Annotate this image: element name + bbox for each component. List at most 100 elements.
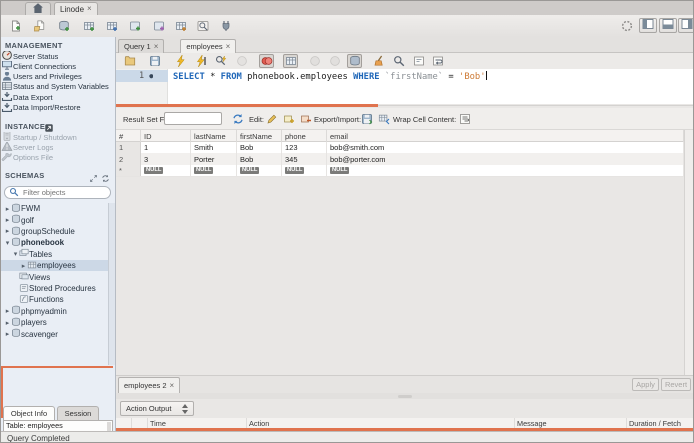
tree-item-golf[interactable]: ▸ golf (1, 214, 114, 225)
sidebar-item-startup-shutdown[interactable]: Startup / Shutdown (1, 132, 114, 142)
commit-icon[interactable] (307, 54, 322, 68)
cell[interactable]: NULL (327, 164, 684, 177)
explain-plan-icon[interactable] (213, 54, 228, 68)
new-function-icon[interactable] (150, 18, 167, 34)
close-icon[interactable]: × (154, 42, 159, 51)
tree-item-groupschedule[interactable]: ▸ groupSchedule (1, 226, 114, 237)
cell[interactable]: bob@porter.com (327, 153, 684, 165)
search-table-data-icon[interactable] (194, 18, 211, 34)
expander-icon[interactable]: ▾ (4, 239, 11, 247)
export-recordset-icon[interactable] (359, 111, 374, 126)
find-icon[interactable] (391, 54, 406, 68)
expander-icon[interactable]: ▸ (4, 330, 11, 338)
schema-filter[interactable] (4, 186, 111, 199)
import-records-icon[interactable] (376, 111, 391, 126)
expander-icon[interactable]: ▸ (4, 319, 11, 327)
tree-item-players[interactable]: ▸ players (1, 317, 114, 328)
cell[interactable]: NULL (191, 164, 237, 177)
sidebar-item-options-file[interactable]: Options File (1, 152, 114, 163)
stop-icon[interactable] (234, 54, 249, 68)
column-header-phone[interactable]: phone (282, 130, 327, 142)
editor-splitter-highlight[interactable] (116, 104, 378, 107)
table-row[interactable]: * NULL NULL NULL NULL NULL (116, 164, 684, 178)
column-header-firstName[interactable]: firstName (237, 130, 282, 142)
new-query-tab-icon[interactable] (7, 18, 24, 34)
tree-item-phpmyadmin[interactable]: ▸ phpmyadmin (1, 306, 114, 317)
delete-row-icon[interactable] (298, 111, 313, 126)
tree-item-views[interactable]: Views (1, 271, 114, 282)
execute-current-icon[interactable] (193, 54, 208, 68)
expander-icon[interactable]: ▸ (4, 227, 11, 235)
new-schema-icon[interactable] (55, 18, 72, 34)
cell[interactable]: 1 (141, 142, 191, 154)
result-grid-scrollbar[interactable] (684, 130, 693, 375)
expander-icon[interactable]: ▾ (12, 250, 19, 258)
sidebar-item-data-export[interactable]: Data Export (1, 92, 114, 102)
info-tab-object-info[interactable]: Object Info (3, 406, 55, 420)
expander-icon[interactable]: ▸ (4, 216, 11, 224)
save-sql-icon[interactable] (147, 54, 162, 68)
clear-query-icon[interactable] (371, 54, 386, 68)
toggle-stop-on-error-icon[interactable] (259, 54, 274, 68)
cell[interactable]: NULL (237, 164, 282, 177)
rollback-icon[interactable] (327, 54, 342, 68)
tree-item-functions[interactable]: Functions (1, 294, 114, 305)
home-tab[interactable] (25, 2, 51, 15)
expander-icon[interactable]: ▸ (4, 205, 11, 213)
tree-item-phonebook[interactable]: ▾ phonebook (1, 237, 114, 248)
query-tab-query-1[interactable]: Query 1 × (118, 39, 165, 53)
cell[interactable]: NULL (282, 164, 327, 177)
revert-button[interactable]: Revert (661, 378, 691, 391)
new-procedure-icon[interactable] (126, 18, 143, 34)
column-header-num[interactable]: # (116, 130, 141, 142)
cell[interactable]: Smith (191, 142, 237, 154)
expander-icon[interactable]: ▸ (4, 307, 11, 315)
schema-tree-scrollbar[interactable] (108, 203, 115, 365)
tree-item-scavenger[interactable]: ▸ scavenger (1, 328, 114, 339)
sidebar-item-server-status[interactable]: Server Status (1, 51, 114, 61)
close-icon[interactable]: × (170, 381, 175, 390)
toggle-output-area-button[interactable] (659, 18, 677, 33)
insert-row-icon[interactable] (281, 111, 296, 126)
cell[interactable]: 3 (141, 153, 191, 165)
wrap-cell-content-icon[interactable] (457, 111, 472, 126)
schema-filter-input[interactable] (21, 187, 105, 198)
result-tab-employees2[interactable]: employees 2 × (118, 377, 181, 393)
open-sql-file-icon[interactable] (122, 54, 137, 68)
query-tab-employees[interactable]: employees × (180, 39, 237, 53)
tree-item-employees[interactable]: ▸ employees (1, 260, 114, 272)
execute-icon[interactable] (173, 54, 188, 68)
tree-item-fwm[interactable]: ▸ FWM (1, 203, 114, 214)
open-sql-script-icon[interactable] (31, 18, 48, 34)
sidebar-item-users-and-privileges[interactable]: Users and Privileges (1, 71, 114, 82)
sidebar-item-client-connections[interactable]: Client Connections (1, 61, 114, 71)
toggle-invisibles-icon[interactable] (411, 54, 426, 68)
output-selector[interactable]: Action Output (120, 401, 194, 416)
edit-current-row-icon[interactable] (264, 111, 279, 126)
output-splitter[interactable] (116, 393, 693, 399)
limit-rows-icon[interactable] (283, 54, 298, 68)
sidebar-item-server-logs[interactable]: Server Logs (1, 142, 114, 152)
column-header-lastName[interactable]: lastName (191, 130, 237, 142)
new-table-icon[interactable] (80, 18, 97, 34)
sql-statement[interactable]: SELECT * FROM phonebook.employees WHERE … (173, 71, 487, 82)
toggle-right-sidebar-button[interactable] (678, 18, 693, 33)
cell[interactable]: bob@smith.com (327, 142, 684, 154)
close-icon[interactable]: × (226, 42, 231, 51)
connection-tab-linode[interactable]: Linode × (54, 2, 98, 15)
info-tab-session[interactable]: Session (57, 406, 99, 420)
toggle-autocommit-icon[interactable] (347, 54, 362, 68)
close-icon[interactable]: × (87, 5, 92, 13)
sidebar-item-data-import-restore[interactable]: Data Import/Restore (1, 102, 114, 113)
refresh-icon[interactable] (230, 111, 245, 126)
cell[interactable]: Porter (191, 153, 237, 165)
new-view-icon[interactable] (103, 18, 120, 34)
expander-icon[interactable]: ▸ (20, 262, 27, 270)
cell[interactable]: 123 (282, 142, 327, 154)
toggle-word-wrap-icon[interactable] (430, 54, 445, 68)
reconnect-dbms-icon[interactable] (217, 18, 234, 34)
apply-button[interactable]: Apply (632, 378, 659, 391)
new-event-icon[interactable] (172, 18, 189, 34)
editor-splitter[interactable] (378, 105, 693, 106)
column-header-email[interactable]: email (327, 130, 684, 142)
